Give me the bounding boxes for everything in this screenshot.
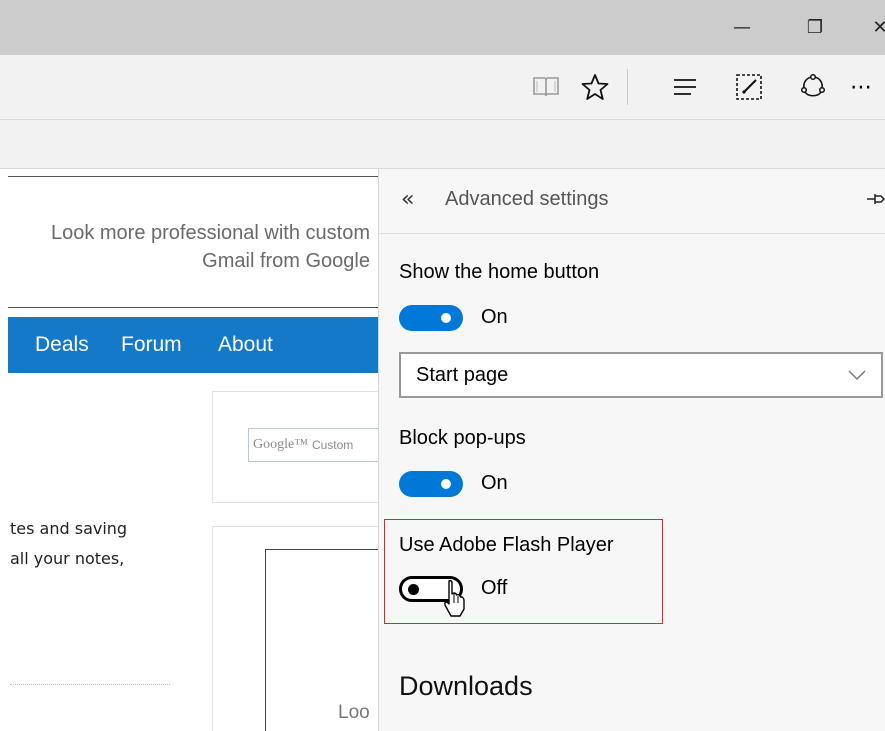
hub-icon [674, 79, 696, 95]
browser-toolbar: ⋯ [0, 55, 885, 120]
home-page-select[interactable]: Start page [399, 352, 883, 398]
restore-button[interactable]: ❐ [790, 0, 840, 55]
site-nav: Deals Forum About [8, 317, 378, 373]
minimize-button[interactable]: — [717, 0, 767, 55]
flash-player-label: Use Adobe Flash Player [399, 534, 614, 556]
web-note-icon [736, 74, 762, 100]
toggle-knob [408, 584, 419, 595]
downloads-heading: Downloads [399, 671, 533, 701]
home-page-select-value: Start page [416, 364, 509, 386]
block-popups-toggle[interactable] [399, 471, 463, 497]
ad-divider-top [8, 176, 378, 177]
article-line: all your notes, [10, 549, 125, 568]
flash-player-state: Off [481, 577, 508, 599]
pane-title: Advanced settings [445, 188, 609, 210]
webpage-content: Look more professional with custom Gmail… [0, 169, 378, 731]
reading-view-icon [533, 77, 559, 97]
custom-search-box: Google™ Custom [212, 391, 378, 503]
toggle-knob [441, 313, 451, 323]
toggle-knob [441, 479, 451, 489]
more-button[interactable]: ⋯ [850, 65, 885, 109]
ad-text[interactable]: Look more professional with custom Gmail… [40, 219, 370, 275]
home-button-state: On [481, 306, 508, 328]
article-line: tes and saving [10, 519, 128, 538]
share-icon [800, 73, 826, 97]
custom-search-label: Custom [311, 438, 354, 452]
web-note-button[interactable] [729, 65, 769, 109]
pane-header: « Advanced settings [379, 169, 885, 234]
chevron-down-icon [848, 370, 866, 381]
flash-player-toggle[interactable] [399, 576, 463, 602]
nav-item-forum[interactable]: Forum [121, 317, 182, 373]
toolbar-separator [627, 69, 628, 105]
home-button-toggle[interactable] [399, 305, 463, 331]
ad-divider-bottom [8, 307, 378, 308]
favorites-bar [0, 120, 885, 169]
advanced-settings-pane: « Advanced settings Show the home button… [378, 169, 885, 731]
nav-item-deals[interactable]: Deals [35, 317, 89, 373]
favorite-star-icon [581, 74, 609, 100]
close-icon: ✕ [872, 17, 885, 38]
back-chevron-icon[interactable]: « [401, 187, 414, 212]
favorite-button[interactable] [575, 65, 615, 109]
block-popups-label: Block pop-ups [399, 427, 526, 449]
article-text: tes and saving all your notes, [10, 514, 210, 574]
more-icon: ⋯ [850, 74, 872, 100]
hub-button[interactable] [665, 65, 705, 109]
sidebar-widget: Loo [212, 526, 378, 731]
block-popups-state: On [481, 472, 508, 494]
reading-view-button[interactable] [526, 65, 566, 109]
share-button[interactable] [793, 65, 833, 109]
dotted-divider [10, 684, 170, 685]
restore-icon: ❐ [806, 17, 824, 38]
nav-item-about[interactable]: About [218, 317, 273, 373]
home-button-label: Show the home button [399, 261, 600, 283]
close-button[interactable]: ✕ [855, 0, 885, 55]
google-custom-search-input[interactable]: Google™ Custom [248, 428, 378, 462]
widget-text: Loo [338, 702, 370, 723]
pin-icon[interactable] [867, 189, 885, 209]
google-logo: Google™ [253, 437, 308, 452]
title-bar: — ❐ ✕ [0, 0, 885, 55]
minimize-icon: — [733, 17, 751, 38]
